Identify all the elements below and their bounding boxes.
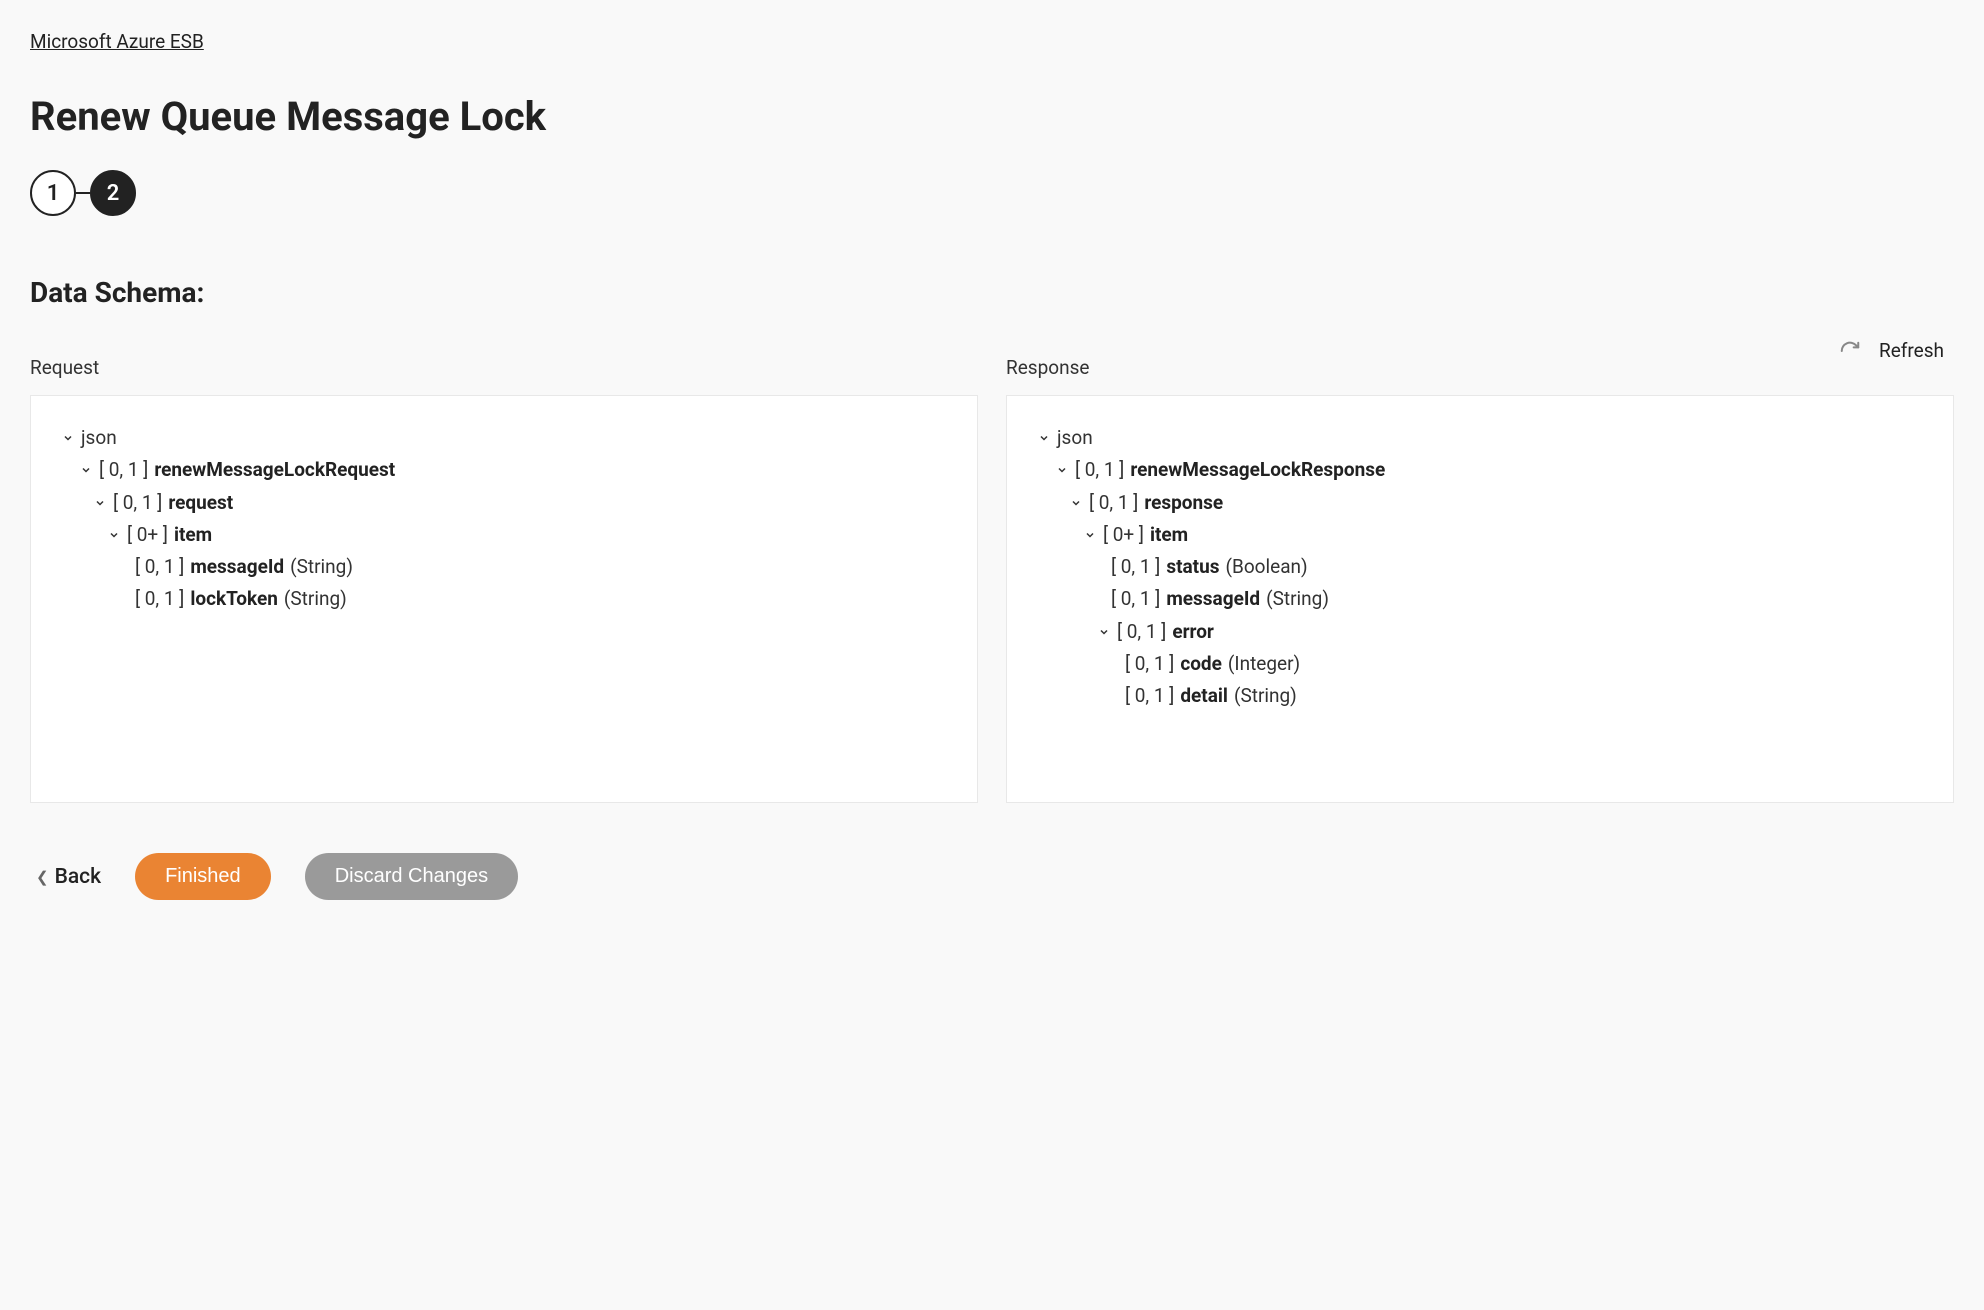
breadcrumb[interactable]: Microsoft Azure ESB <box>30 30 204 53</box>
tree-node-type: (Integer) <box>1228 648 1300 680</box>
tree-node-label: status <box>1166 551 1219 583</box>
tree-node-renew-request[interactable]: [ 0, 1 ] renewMessageLockRequest <box>61 454 947 486</box>
response-panel-label: Response <box>1006 356 1954 379</box>
tree-node-label: request <box>168 487 233 519</box>
request-panel-label: Request <box>30 356 978 379</box>
tree-leaf-lockToken[interactable]: [ 0, 1 ] lockToken (String) <box>61 583 947 615</box>
tree-leaf-detail[interactable]: [ 0, 1 ] detail (String) <box>1037 680 1923 712</box>
chevron-down-icon[interactable] <box>1097 616 1111 648</box>
tree-node-response[interactable]: [ 0, 1 ] response <box>1037 487 1923 519</box>
tree-node-label: item <box>1150 519 1188 551</box>
step-2[interactable]: 2 <box>90 170 136 216</box>
chevron-down-icon[interactable] <box>1083 519 1097 551</box>
tree-node-item[interactable]: [ 0+ ] item <box>61 519 947 551</box>
cardinality: [ 0+ ] <box>1103 519 1144 551</box>
cardinality: [ 0, 1 ] <box>1125 680 1174 712</box>
cardinality: [ 0, 1 ] <box>1111 583 1160 615</box>
chevron-down-icon[interactable] <box>107 519 121 551</box>
cardinality: [ 0, 1 ] <box>1125 648 1174 680</box>
cardinality: [ 0, 1 ] <box>1117 616 1166 648</box>
cardinality: [ 0, 1 ] <box>1075 454 1124 486</box>
cardinality: [ 0, 1 ] <box>135 583 184 615</box>
tree-node-label: item <box>174 519 212 551</box>
response-panel: json [ 0, 1 ] renewMessageLockResponse [… <box>1006 395 1954 803</box>
finished-button[interactable]: Finished <box>135 853 271 900</box>
chevron-down-icon[interactable] <box>93 487 107 519</box>
chevron-left-icon: ❮ <box>36 868 49 886</box>
tree-node-item[interactable]: [ 0+ ] item <box>1037 519 1923 551</box>
chevron-down-icon[interactable] <box>61 422 75 454</box>
tree-node-label: code <box>1180 648 1222 680</box>
back-button[interactable]: ❮ Back <box>36 865 101 889</box>
tree-node-label: renewMessageLockRequest <box>154 454 395 486</box>
chevron-down-icon[interactable] <box>79 454 93 486</box>
section-heading: Data Schema: <box>30 276 1954 309</box>
tree-node-error[interactable]: [ 0, 1 ] error <box>1037 616 1923 648</box>
tree-node-label: renewMessageLockResponse <box>1130 454 1385 486</box>
tree-node-json[interactable]: json <box>61 422 947 454</box>
tree-node-label: messageId <box>190 551 284 583</box>
tree-node-label: json <box>1057 422 1093 454</box>
tree-node-type: (String) <box>290 551 353 583</box>
chevron-down-icon[interactable] <box>1055 454 1069 486</box>
cardinality: [ 0+ ] <box>127 519 168 551</box>
chevron-down-icon[interactable] <box>1037 422 1051 454</box>
tree-node-renew-response[interactable]: [ 0, 1 ] renewMessageLockResponse <box>1037 454 1923 486</box>
step-1[interactable]: 1 <box>30 170 76 216</box>
stepper: 1 2 <box>30 170 1954 216</box>
cardinality: [ 0, 1 ] <box>135 551 184 583</box>
tree-leaf-messageId[interactable]: [ 0, 1 ] messageId (String) <box>61 551 947 583</box>
tree-node-request[interactable]: [ 0, 1 ] request <box>61 487 947 519</box>
cardinality: [ 0, 1 ] <box>1111 551 1160 583</box>
tree-leaf-messageId[interactable]: [ 0, 1 ] messageId (String) <box>1037 583 1923 615</box>
tree-node-type: (String) <box>1234 680 1297 712</box>
tree-node-type: (String) <box>1266 583 1329 615</box>
tree-node-label: detail <box>1180 680 1228 712</box>
tree-node-label: error <box>1172 616 1214 648</box>
tree-leaf-code[interactable]: [ 0, 1 ] code (Integer) <box>1037 648 1923 680</box>
cardinality: [ 0, 1 ] <box>113 487 162 519</box>
tree-node-label: json <box>81 422 117 454</box>
discard-button[interactable]: Discard Changes <box>305 853 518 900</box>
request-panel: json [ 0, 1 ] renewMessageLockRequest [ … <box>30 395 978 803</box>
cardinality: [ 0, 1 ] <box>1089 487 1138 519</box>
tree-node-json[interactable]: json <box>1037 422 1923 454</box>
cardinality: [ 0, 1 ] <box>99 454 148 486</box>
step-connector <box>76 192 90 194</box>
chevron-down-icon[interactable] <box>1069 487 1083 519</box>
tree-node-label: lockToken <box>190 583 278 615</box>
tree-leaf-status[interactable]: [ 0, 1 ] status (Boolean) <box>1037 551 1923 583</box>
page-title: Renew Queue Message Lock <box>30 93 1954 140</box>
tree-node-label: response <box>1144 487 1223 519</box>
back-label: Back <box>55 865 102 889</box>
tree-node-type: (Boolean) <box>1226 551 1308 583</box>
tree-node-type: (String) <box>284 583 347 615</box>
tree-node-label: messageId <box>1166 583 1260 615</box>
